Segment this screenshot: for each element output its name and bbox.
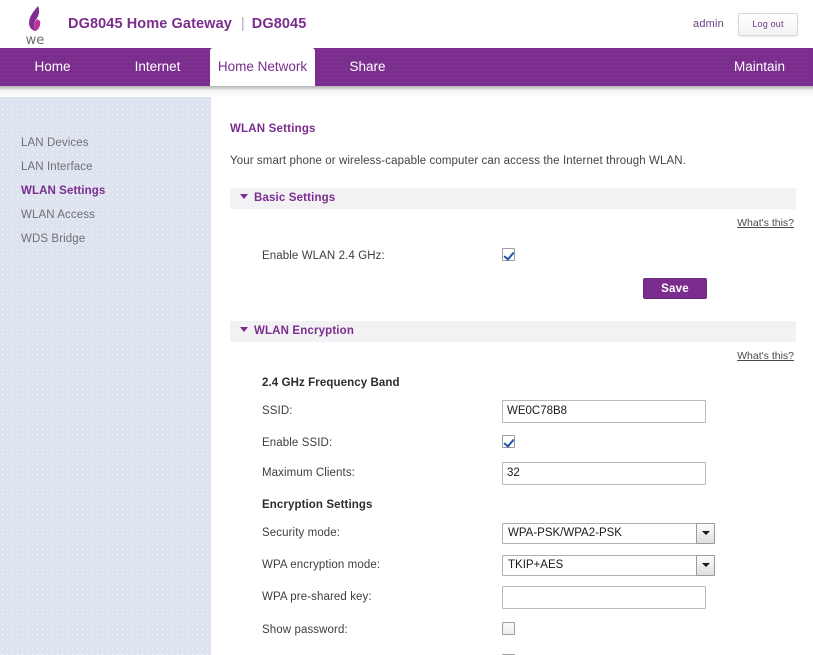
brand-device-name: DG8045 bbox=[251, 16, 307, 32]
label-enable-ssid: Enable SSID: bbox=[262, 437, 333, 449]
whats-this-link-basic[interactable]: What's this? bbox=[737, 217, 794, 229]
row-security-mode: Security mode: WPA-PSK/WPA2-PSK bbox=[262, 521, 796, 545]
section-title-wlan-encryption: WLAN Encryption bbox=[254, 325, 354, 337]
chevron-down-icon bbox=[240, 327, 248, 332]
security-mode-select[interactable]: WPA-PSK/WPA2-PSK bbox=[502, 522, 715, 544]
label-max-clients: Maximum Clients: bbox=[262, 467, 355, 479]
header-right-controls: admin Log out bbox=[693, 12, 813, 36]
control-max-clients bbox=[502, 461, 796, 485]
control-wpa-pre-shared-key bbox=[502, 585, 796, 609]
row-ap-isolation: Enable AP isolation: bbox=[262, 650, 796, 655]
ssid-input[interactable] bbox=[502, 399, 706, 423]
wpa-encryption-mode-select[interactable]: TKIP+AES bbox=[502, 554, 715, 576]
row-wpa-pre-shared-key: WPA pre-shared key: bbox=[262, 585, 796, 609]
control-ssid bbox=[502, 399, 796, 423]
control-show-password bbox=[502, 622, 796, 638]
sidebar: LAN Devices LAN Interface WLAN Settings … bbox=[0, 97, 211, 655]
wpa-pre-shared-key-input[interactable] bbox=[502, 585, 706, 609]
sidebar-item-lan-interface[interactable]: LAN Interface bbox=[0, 155, 211, 179]
whats-this-row-encryption: What's this? bbox=[230, 342, 796, 364]
page-brand-title: DG8045 Home Gateway | DG8045 bbox=[68, 16, 306, 32]
top-header: we DG8045 Home Gateway | DG8045 admin Log … bbox=[0, 0, 813, 48]
nav-item-internet[interactable]: Internet bbox=[105, 48, 210, 86]
we-logo: we bbox=[8, 0, 64, 48]
label-show-password: Show password: bbox=[262, 624, 348, 636]
sidebar-item-lan-devices[interactable]: LAN Devices bbox=[0, 131, 211, 155]
nav-item-home[interactable]: Home bbox=[0, 48, 105, 86]
section-title-basic-settings: Basic Settings bbox=[254, 192, 336, 204]
main-navigation: Home Internet Home Network Share Maintai… bbox=[0, 48, 813, 86]
heading-frequency-band: 2.4 GHz Frequency Band bbox=[262, 377, 400, 389]
main-content: WLAN Settings Your smart phone or wirele… bbox=[211, 97, 813, 655]
nav-item-share[interactable]: Share bbox=[315, 48, 420, 86]
page-title: WLAN Settings bbox=[230, 123, 316, 135]
chevron-down-icon bbox=[240, 194, 248, 199]
wlan-encryption-form: 2.4 GHz Frequency Band SSID: Enable SSID… bbox=[230, 377, 796, 655]
chevron-down-icon[interactable] bbox=[696, 554, 715, 576]
sidebar-item-wlan-settings[interactable]: WLAN Settings bbox=[0, 179, 211, 203]
whats-this-link-encryption[interactable]: What's this? bbox=[737, 350, 794, 362]
row-enable-wlan: Enable WLAN 2.4 GHz: bbox=[262, 244, 796, 268]
sidebar-item-wds-bridge[interactable]: WDS Bridge bbox=[0, 227, 211, 251]
checkbox-enable-ssid[interactable] bbox=[502, 435, 515, 448]
whats-this-row-basic: What's this? bbox=[230, 209, 796, 231]
checkbox-show-password[interactable] bbox=[502, 622, 515, 635]
brand-model-title: DG8045 Home Gateway bbox=[68, 16, 232, 32]
nav-item-home-network[interactable]: Home Network bbox=[210, 48, 315, 86]
page-body: LAN Devices LAN Interface WLAN Settings … bbox=[0, 97, 813, 655]
nav-shadow-divider-light bbox=[0, 90, 813, 97]
current-user-label: admin bbox=[693, 18, 724, 30]
label-ssid: SSID: bbox=[262, 405, 293, 417]
section-header-basic-settings[interactable]: Basic Settings bbox=[230, 188, 796, 209]
logout-button[interactable]: Log out bbox=[738, 12, 798, 36]
checkbox-enable-wlan[interactable] bbox=[502, 248, 515, 261]
nav-item-maintain[interactable]: Maintain bbox=[714, 48, 813, 86]
basic-settings-form: Enable WLAN 2.4 GHz: bbox=[230, 244, 796, 268]
security-mode-value: WPA-PSK/WPA2-PSK bbox=[508, 526, 622, 539]
row-show-password: Show password: bbox=[262, 618, 796, 642]
row-enable-ssid: Enable SSID: bbox=[262, 431, 796, 455]
label-wpa-encryption-mode: WPA encryption mode: bbox=[262, 559, 381, 571]
max-clients-input[interactable] bbox=[502, 461, 706, 485]
page-description: Your smart phone or wireless-capable com… bbox=[230, 155, 686, 167]
control-enable-wlan bbox=[502, 248, 796, 264]
chevron-down-icon[interactable] bbox=[696, 522, 715, 544]
save-row-basic: Save bbox=[230, 278, 796, 299]
control-security-mode: WPA-PSK/WPA2-PSK bbox=[502, 522, 796, 544]
row-wpa-encryption-mode: WPA encryption mode: TKIP+AES bbox=[262, 553, 796, 577]
control-enable-ssid bbox=[502, 435, 796, 451]
heading-encryption-settings: Encryption Settings bbox=[262, 499, 373, 511]
control-wpa-encryption-mode: TKIP+AES bbox=[502, 554, 796, 576]
wpa-encryption-mode-value: TKIP+AES bbox=[508, 558, 564, 571]
label-wpa-pre-shared-key: WPA pre-shared key: bbox=[262, 591, 372, 603]
row-ssid: SSID: bbox=[262, 399, 796, 423]
app-window: we DG8045 Home Gateway | DG8045 admin Log … bbox=[0, 0, 813, 655]
sidebar-item-wlan-access[interactable]: WLAN Access bbox=[0, 203, 211, 227]
section-header-wlan-encryption[interactable]: WLAN Encryption bbox=[230, 321, 796, 342]
save-button-basic[interactable]: Save bbox=[643, 278, 707, 299]
row-max-clients: Maximum Clients: bbox=[262, 461, 796, 485]
svg-text:we: we bbox=[26, 33, 45, 48]
label-enable-wlan: Enable WLAN 2.4 GHz: bbox=[262, 250, 385, 262]
brand-separator: | bbox=[240, 16, 245, 32]
label-security-mode: Security mode: bbox=[262, 527, 341, 539]
